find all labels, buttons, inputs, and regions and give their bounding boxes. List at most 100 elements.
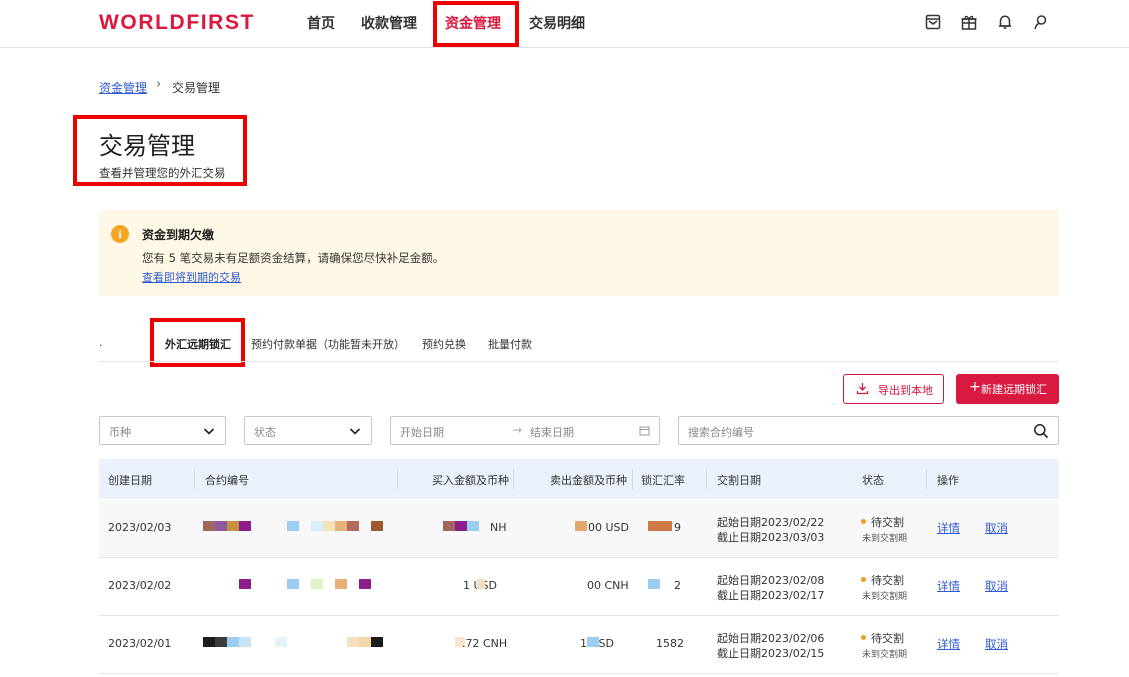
delivery-end-date: 截止日期2023/02/15	[717, 647, 825, 660]
arrow-right-icon: →	[512, 423, 523, 437]
column-divider	[632, 469, 633, 489]
created-date: 2023/02/02	[108, 579, 172, 592]
sell-amount: 00 CNH	[587, 579, 629, 592]
status-label: 待交割	[871, 574, 904, 587]
column-divider	[706, 469, 707, 489]
lock-rate: 2	[674, 579, 681, 592]
buy-amount-redacted	[477, 579, 485, 589]
detail-link[interactable]: 详情	[937, 578, 960, 594]
delivery-start-date: 起始日期2023/02/08	[717, 574, 825, 587]
highlight-box-nav	[433, 1, 519, 47]
column-created-date: 创建日期	[108, 474, 152, 487]
view-expiring-link[interactable]: 查看即将到期的交易	[142, 269, 241, 285]
rate-redacted	[648, 579, 660, 589]
status-pending-dot	[861, 635, 866, 640]
column-buy-amount: 买入金额及币种	[432, 474, 509, 487]
new-forward-lock-label: 新建远期锁汇	[981, 383, 1047, 396]
column-delivery-date: 交割日期	[717, 474, 761, 487]
delivery-end-date: 截止日期2023/02/17	[717, 589, 825, 602]
column-divider	[397, 469, 398, 489]
user-icon[interactable]	[1032, 13, 1050, 31]
status-placeholder: 状态	[254, 426, 276, 439]
gift-icon[interactable]	[960, 13, 978, 31]
info-icon: i	[111, 225, 129, 243]
table-row: 2023/02/02 1 USD 00 CNH 2 起始日期2023/02/08…	[99, 558, 1059, 616]
bell-icon[interactable]	[996, 13, 1014, 31]
status-label: 待交割	[871, 516, 904, 529]
delivery-end-date: 截止日期2023/03/03	[717, 531, 825, 544]
page-subtitle: 查看并管理您的外汇交易	[99, 166, 226, 180]
lock-rate: 9	[674, 521, 681, 534]
status-sublabel: 未到交割期	[862, 650, 908, 660]
contract-search-input[interactable]: 搜索合约编号	[678, 416, 1059, 445]
status-select[interactable]: 状态	[244, 416, 372, 445]
end-date-input[interactable]: 结束日期	[530, 424, 574, 440]
inbox-icon[interactable]	[924, 13, 942, 31]
nav-home[interactable]: 首页	[307, 13, 335, 33]
tab-scheduled-payment[interactable]: 预约付款单据（功能暂未开放）	[251, 336, 405, 352]
sell-amount-redacted	[575, 521, 587, 531]
search-placeholder: 搜索合约编号	[688, 426, 754, 439]
created-date: 2023/02/01	[108, 637, 172, 650]
table-header: 创建日期 合约编号 买入金额及币种 卖出金额及币种 锁汇汇率 交割日期 状态 操…	[99, 459, 1059, 499]
column-divider	[926, 469, 927, 489]
column-divider	[513, 469, 514, 489]
alert-title: 资金到期欠缴	[142, 228, 215, 242]
tab-forward-lock[interactable]: 外汇远期锁汇	[165, 336, 231, 352]
date-range-picker[interactable]: 开始日期 → 结束日期	[390, 416, 660, 445]
tab-batch-payment[interactable]: 批量付款	[488, 336, 532, 352]
chevron-down-icon	[203, 428, 215, 435]
cancel-link[interactable]: 取消	[985, 520, 1008, 536]
nav-collections[interactable]: 收款管理	[361, 13, 417, 33]
table-row: 2023/02/03 NH 00 USD 9 起始日期2023/02/22 截止…	[99, 500, 1059, 558]
calendar-icon	[639, 426, 650, 436]
column-status: 状态	[862, 474, 884, 487]
plus-icon: +	[969, 379, 981, 395]
status-label: 待交割	[871, 632, 904, 645]
breadcrumb-current: 交易管理	[172, 81, 221, 95]
page-title: 交易管理	[99, 132, 195, 160]
delivery-start-date: 起始日期2023/02/22	[717, 516, 825, 529]
tabs-divider	[99, 361, 1059, 362]
currency-placeholder: 币种	[109, 426, 131, 439]
chevron-down-icon	[349, 428, 361, 435]
status-pending-dot	[861, 577, 866, 582]
start-date-input[interactable]: 开始日期	[400, 424, 444, 440]
status-sublabel: 未到交割期	[862, 592, 908, 602]
top-navigation-bar: WORLDFIRST 首页 收款管理 资金管理 交易明细	[0, 0, 1129, 48]
overdue-alert-banner: i 资金到期欠缴 您有 5 笔交易未有足额资金结算，请确保您尽快补足金额。 查看…	[99, 210, 1059, 296]
new-forward-lock-button[interactable]: + 新建远期锁汇	[956, 374, 1059, 404]
download-icon	[856, 383, 869, 395]
status-pending-dot	[861, 519, 866, 524]
search-icon[interactable]	[1033, 423, 1049, 439]
cancel-link[interactable]: 取消	[985, 636, 1008, 652]
cancel-link[interactable]: 取消	[985, 578, 1008, 594]
worldfirst-logo[interactable]: WORLDFIRST	[99, 11, 255, 35]
column-divider	[194, 469, 195, 489]
nav-transaction-details[interactable]: 交易明细	[529, 13, 585, 33]
rate-redacted	[648, 521, 672, 531]
table-row: 2023/02/01 .72 CNH 1 USD 1582 起始日期2023/0…	[99, 616, 1059, 674]
column-lock-rate: 锁汇汇率	[641, 474, 685, 487]
breadcrumb-chevron-icon: ›	[156, 77, 162, 92]
detail-link[interactable]: 详情	[937, 520, 960, 536]
status-sublabel: 未到交割期	[862, 534, 908, 544]
sell-amount: 00 USD	[588, 521, 629, 534]
created-date: 2023/02/03	[108, 521, 172, 534]
alert-message: 您有 5 笔交易未有足额资金结算，请确保您尽快补足金额。	[142, 251, 445, 265]
export-button[interactable]: 导出到本地	[843, 374, 944, 404]
sell-amount-redacted	[587, 637, 599, 647]
currency-select[interactable]: 币种	[99, 416, 226, 445]
lock-rate: 1582	[656, 637, 684, 650]
buy-amount: NH	[490, 521, 507, 534]
tab-marker: .	[99, 336, 103, 349]
column-sell-amount: 卖出金额及币种	[550, 474, 627, 487]
delivery-start-date: 起始日期2023/02/06	[717, 632, 825, 645]
column-actions: 操作	[937, 474, 959, 487]
tab-scheduled-exchange[interactable]: 预约兑换	[422, 336, 466, 352]
detail-link[interactable]: 详情	[937, 636, 960, 652]
column-contract-number: 合约编号	[205, 474, 249, 487]
buy-amount: .72 CNH	[462, 637, 508, 650]
export-label: 导出到本地	[878, 384, 933, 397]
breadcrumb-funds-management[interactable]: 资金管理	[99, 79, 147, 96]
